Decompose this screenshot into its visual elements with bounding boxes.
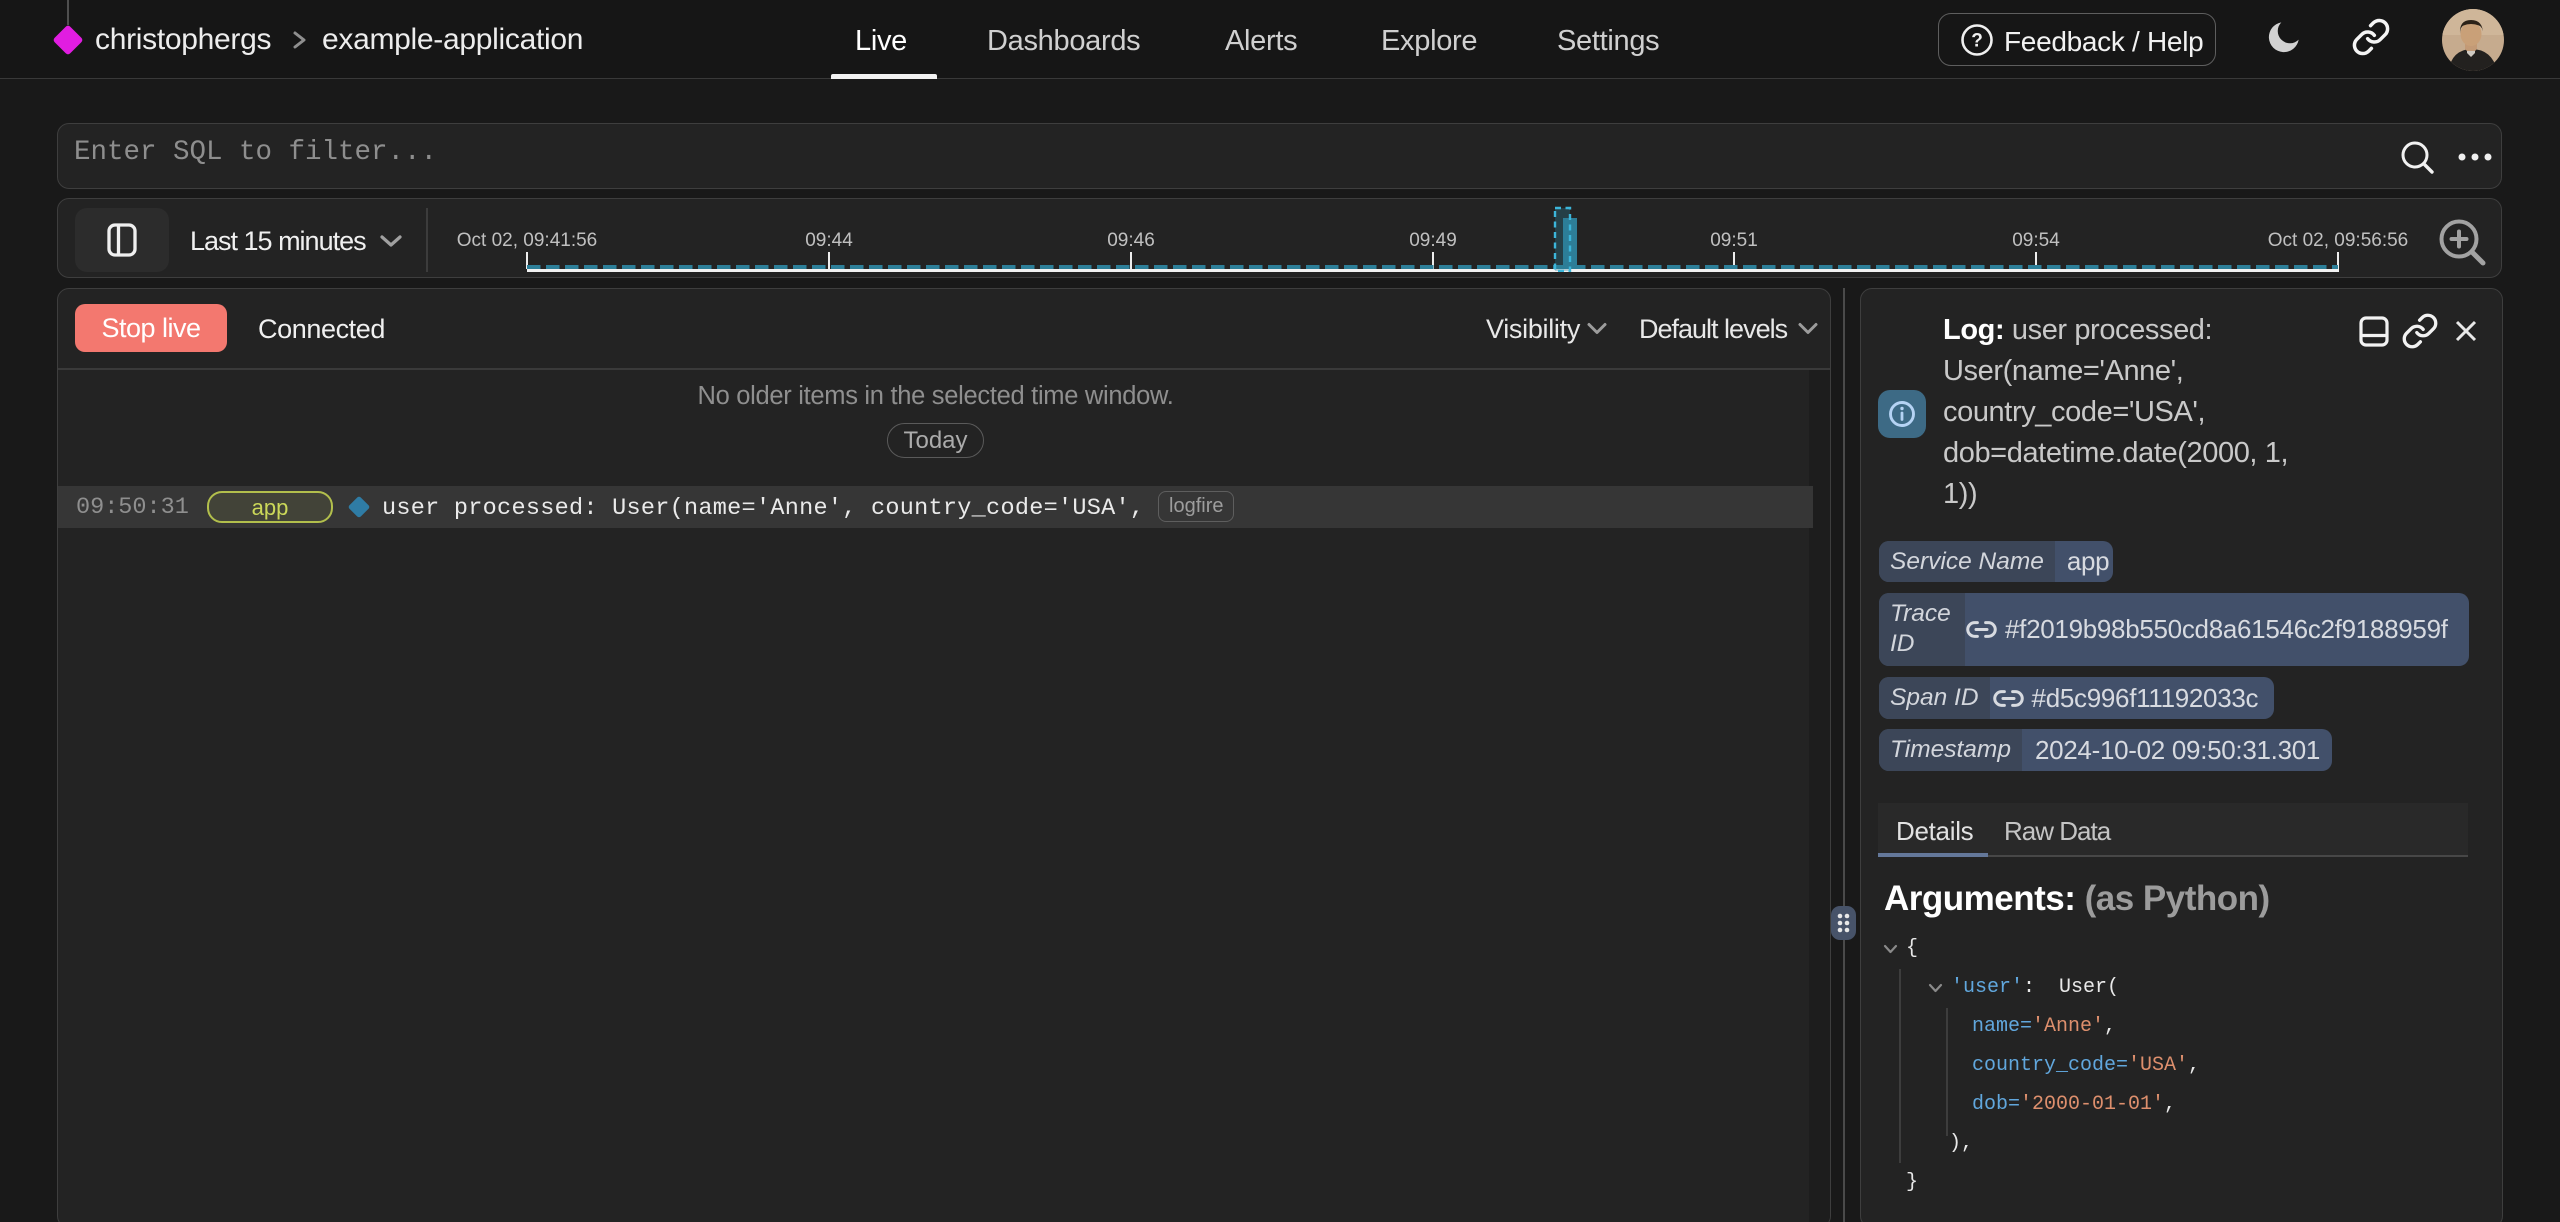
- svg-text:?: ?: [1971, 31, 1983, 52]
